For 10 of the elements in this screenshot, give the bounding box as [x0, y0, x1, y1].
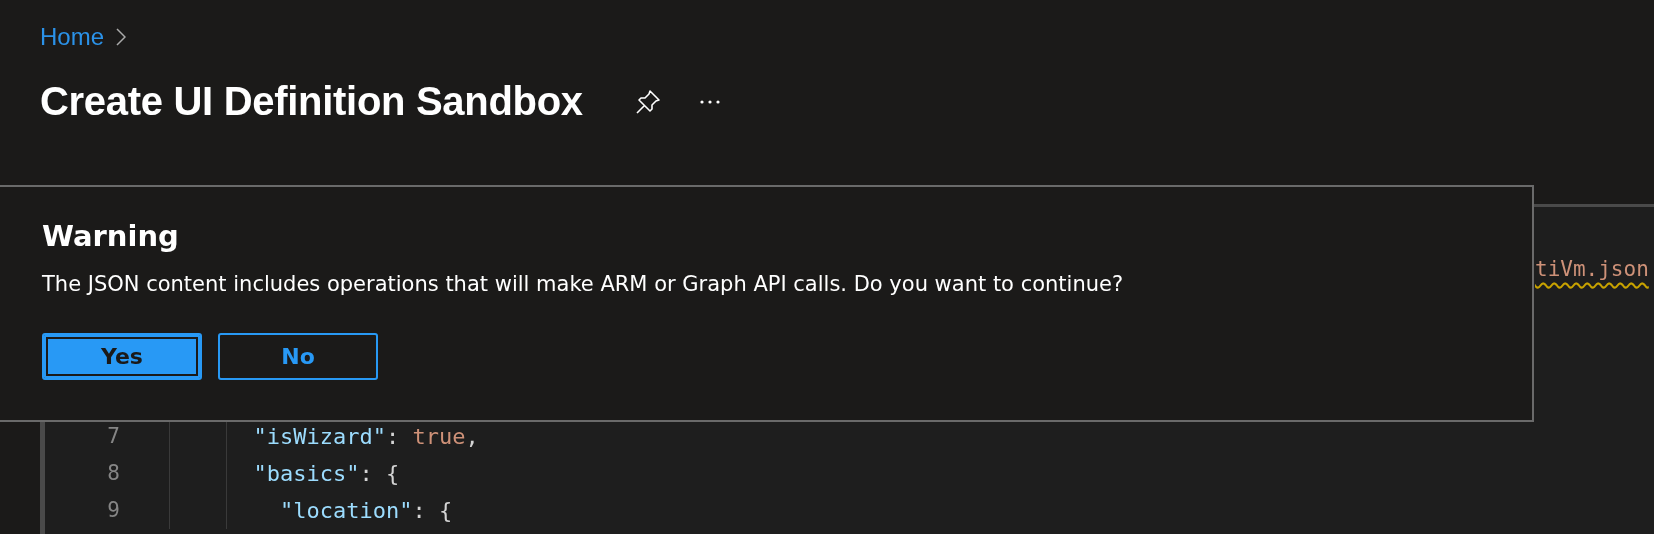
dialog-title: Warning [42, 218, 180, 255]
breadcrumb-link[interactable]: Home [40, 23, 105, 51]
yes-button[interactable]: Yes [42, 333, 202, 380]
page-title: Create UI Definition Sandbox [40, 79, 583, 124]
no-button[interactable]: No [218, 333, 378, 380]
more-icon[interactable] [698, 98, 721, 105]
pin-icon[interactable] [634, 88, 661, 115]
code-text: tiVm.json [1535, 256, 1649, 283]
chevron-right-icon [116, 28, 127, 46]
dialog-message: The JSON content includes operations that will make ARM or Graph API calls. Do you want to continue? [42, 271, 1125, 298]
